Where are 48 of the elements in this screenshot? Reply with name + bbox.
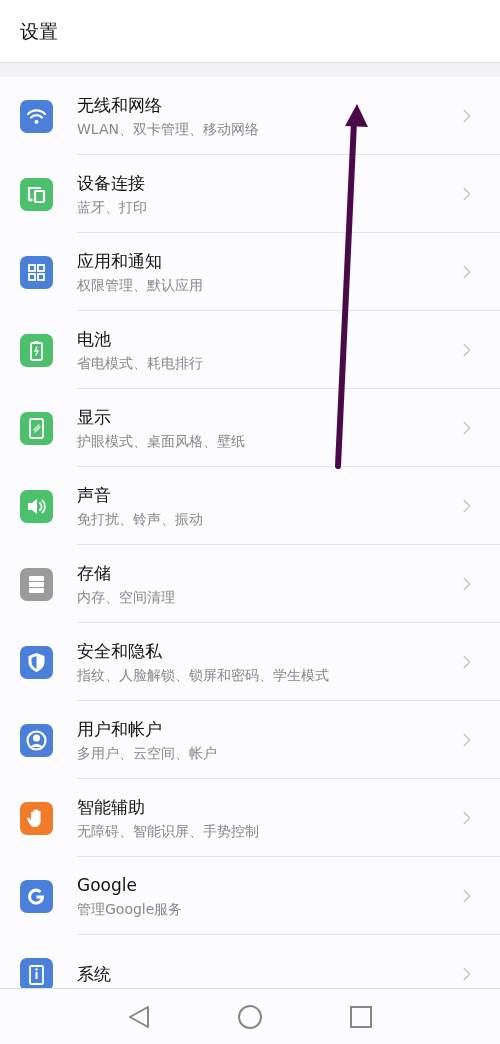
settings-item[interactable]: 电池 省电模式、耗电排行 xyxy=(0,311,500,389)
item-subtitle: 管理Google服务 xyxy=(77,899,184,918)
sound-icon xyxy=(20,489,53,523)
item-subtitle: 护眼模式、桌面风格、壁纸 xyxy=(77,431,246,450)
wifi-icon xyxy=(20,99,53,133)
settings-item[interactable]: 设备连接 蓝牙、打印 xyxy=(0,155,500,233)
item-subtitle: 权限管理、默认应用 xyxy=(77,275,204,294)
item-title: 智能辅助 xyxy=(77,795,146,818)
recents-icon[interactable] xyxy=(350,1005,372,1028)
settings-item[interactable]: 存储 内存、空间清理 xyxy=(0,545,500,623)
apps-icon xyxy=(20,255,53,289)
item-subtitle: 无障碍、智能识屏、手势控制 xyxy=(77,821,260,840)
item-title: 应用和通知 xyxy=(77,249,163,272)
item-title: 声音 xyxy=(77,483,112,506)
security-icon xyxy=(20,645,53,679)
storage-icon xyxy=(20,567,53,601)
item-subtitle: 指纹、人脸解锁、锁屏和密码、学生模式 xyxy=(77,665,330,684)
settings-item[interactable]: 声音 免打扰、铃声、振动 xyxy=(0,467,500,545)
devices-icon xyxy=(20,177,53,211)
item-title: 设备连接 xyxy=(77,171,146,194)
item-title: 无线和网络 xyxy=(77,93,163,116)
item-title: 显示 xyxy=(77,405,112,428)
item-subtitle: 省电模式、耗电排行 xyxy=(77,353,204,372)
item-subtitle: 多用户、云空间、帐户 xyxy=(77,743,218,762)
item-subtitle: 内存、空间清理 xyxy=(77,587,176,606)
item-title: 电池 xyxy=(77,327,112,350)
settings-item[interactable]: 用户和帐户 多用户、云空间、帐户 xyxy=(0,701,500,779)
google-icon xyxy=(20,879,53,913)
item-title: 系统 xyxy=(77,963,112,985)
item-title: 安全和隐私 xyxy=(77,639,163,662)
settings-item[interactable]: 智能辅助 无障碍、智能识屏、手势控制 xyxy=(0,779,500,857)
item-subtitle: 蓝牙、打印 xyxy=(77,197,148,216)
page-title: 设置 xyxy=(20,18,58,44)
settings-item[interactable]: 应用和通知 权限管理、默认应用 xyxy=(0,233,500,311)
display-icon xyxy=(20,411,53,445)
item-title: 存储 xyxy=(77,561,112,584)
back-icon[interactable] xyxy=(128,1004,150,1029)
home-icon[interactable] xyxy=(238,1004,262,1029)
assist-icon xyxy=(20,801,53,835)
settings-item[interactable]: Google 管理Google服务 xyxy=(0,857,500,935)
item-subtitle: WLAN、双卡管理、移动网络 xyxy=(77,119,260,138)
item-title: 用户和帐户 xyxy=(77,717,163,740)
settings-item[interactable]: 显示 护眼模式、桌面风格、壁纸 xyxy=(0,389,500,467)
item-subtitle: 免打扰、铃声、振动 xyxy=(77,509,204,528)
battery-icon xyxy=(20,333,53,367)
settings-item[interactable]: 安全和隐私 指纹、人脸解锁、锁屏和密码、学生模式 xyxy=(0,623,500,701)
user-icon xyxy=(20,723,53,757)
item-title: Google xyxy=(77,873,138,896)
